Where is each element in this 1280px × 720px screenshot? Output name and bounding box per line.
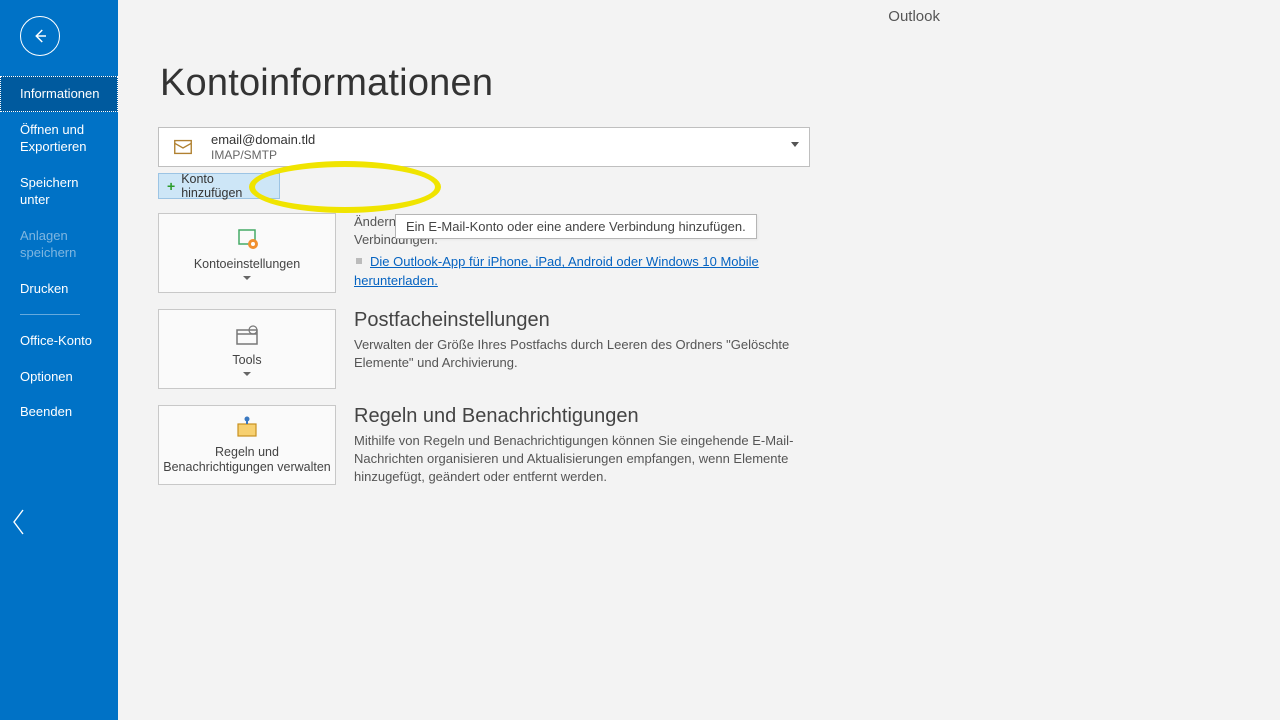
account-protocol: IMAP/SMTP — [211, 148, 315, 162]
account-settings-icon — [232, 227, 262, 253]
page-title: Kontoinformationen — [160, 62, 1240, 105]
app-title: Outlook — [888, 8, 940, 25]
tile-label: Regeln und Benachrichtigungen verwalten — [159, 445, 335, 475]
backstage-sidebar: Informationen Öffnen und Exportieren Spe… — [0, 0, 118, 720]
tile-label: Tools — [228, 353, 265, 368]
sidebar-item-open-export[interactable]: Öffnen und Exportieren — [0, 112, 118, 165]
rules-icon — [232, 415, 262, 441]
section-heading: Postfacheinstellungen — [354, 309, 824, 332]
sidebar-separator — [20, 314, 80, 315]
tile-label: Kontoeinstellungen — [190, 257, 304, 272]
backstage-main: Outlook Kontoinformationen email@domain.… — [118, 0, 1280, 720]
sidebar-item-options[interactable]: Optionen — [0, 359, 118, 395]
sidebar-item-save-as[interactable]: Speichern unter — [0, 165, 118, 218]
bullet-icon — [356, 258, 362, 264]
mailbox-tools-tile[interactable]: Tools — [158, 309, 336, 389]
account-email: email@domain.tld — [211, 132, 315, 148]
account-dropdown[interactable]: email@domain.tld IMAP/SMTP — [158, 127, 810, 167]
section-heading: Regeln und Benachrichtigungen — [354, 405, 824, 428]
chevron-down-icon — [243, 276, 251, 280]
tools-icon — [232, 323, 262, 349]
sidebar-item-office-account[interactable]: Office-Konto — [0, 323, 118, 359]
sidebar-item-print[interactable]: Drucken — [0, 271, 118, 307]
sidebar-item-informationen[interactable]: Informationen — [0, 76, 118, 112]
rules-alerts-tile[interactable]: Regeln und Benachrichtigungen verwalten — [158, 405, 336, 485]
add-account-button[interactable]: + Konto hinzufügen — [158, 173, 280, 199]
mailbox-icon — [171, 136, 195, 158]
left-arrow-icon — [31, 27, 49, 45]
collapse-chevron-icon[interactable] — [10, 507, 28, 542]
chevron-down-icon — [791, 142, 799, 147]
chevron-down-icon — [243, 372, 251, 376]
sidebar-item-exit[interactable]: Beenden — [0, 394, 118, 430]
section-text: Verwalten der Größe Ihres Postfachs durc… — [354, 336, 824, 372]
add-account-tooltip: Ein E-Mail-Konto oder eine andere Verbin… — [395, 214, 757, 239]
sidebar-item-save-attachments: Anlagen speichern — [0, 218, 118, 271]
account-settings-tile[interactable]: Kontoeinstellungen — [158, 213, 336, 293]
back-button[interactable] — [20, 16, 60, 56]
section-text: Mithilfe von Regeln und Benachrichtigung… — [354, 432, 824, 487]
add-account-label: Konto hinzufügen — [181, 172, 271, 200]
plus-icon: + — [167, 178, 175, 194]
download-app-link[interactable]: Die Outlook-App für iPhone, iPad, Androi… — [354, 254, 759, 287]
